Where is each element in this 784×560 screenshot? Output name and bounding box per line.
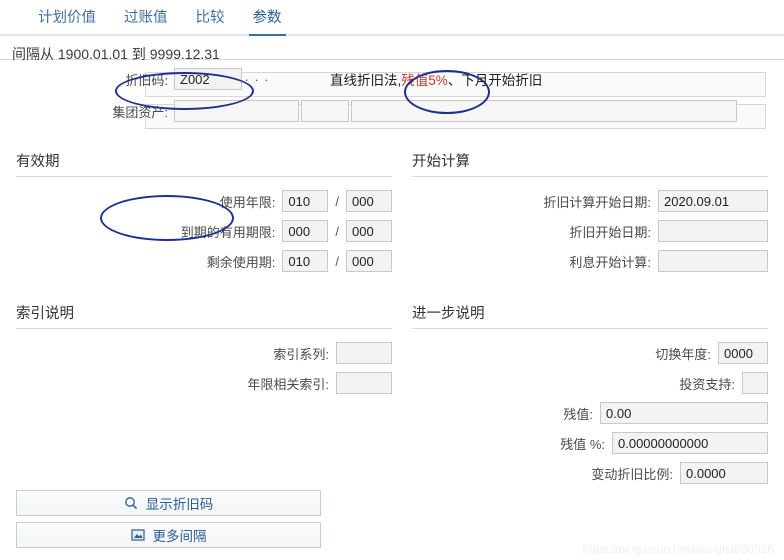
section-index-description: 索引说明 索引系列: 年限相关索引:	[16, 302, 392, 488]
section-index-description-title: 索引说明	[16, 306, 74, 322]
tab-planned-values[interactable]: 计划价值	[24, 6, 110, 34]
group-asset-input-3[interactable]	[351, 100, 737, 122]
field-row-dep-calc-start-date: 折旧计算开始日期: 2020.09.01	[412, 186, 768, 216]
dep-start-date-input[interactable]	[658, 220, 768, 242]
useful-life-separator: /	[335, 193, 339, 209]
dep-code-label: 折旧码:	[125, 72, 168, 88]
description-prefix: 直线折旧法,	[330, 73, 402, 88]
field-row-remaining-life: 剩余使用期: 010 / 000	[16, 246, 392, 276]
dep-start-date-label: 折旧开始日期:	[569, 224, 651, 240]
dep-code-description: 直线折旧法,残值5%、下月开始折旧	[330, 69, 542, 89]
scrap-value-label: 残值:	[563, 406, 593, 422]
remaining-life-periods-input[interactable]: 000	[346, 250, 392, 272]
group-asset-row: 集团资产:	[0, 98, 784, 124]
more-intervals-label: 更多间隔	[152, 529, 207, 544]
expired-useful-life-separator: /	[335, 223, 339, 239]
field-row-investment-support: 投资支持:	[412, 368, 768, 398]
expired-useful-life-years-input[interactable]: 000	[282, 220, 329, 242]
scrap-value-percent-label: 残值 %:	[560, 436, 605, 452]
life-related-index-input[interactable]	[336, 372, 392, 394]
interval-prefix: 间隔从	[12, 46, 54, 62]
section-index-description-rule	[16, 328, 392, 329]
field-row-variable-dep-portion: 变动折旧比例: 0.0000	[412, 458, 768, 488]
remaining-life-separator: /	[335, 253, 339, 269]
lower-sections: 索引说明 索引系列: 年限相关索引: 进一步说明 切换年度: 0000 投资支持…	[0, 302, 784, 488]
show-depreciation-key-label: 显示折旧码	[145, 497, 214, 512]
interval-middle: 到	[131, 46, 146, 62]
interest-start-input[interactable]	[658, 250, 768, 272]
changeover-year-input[interactable]: 0000	[718, 342, 768, 364]
investment-support-input[interactable]	[742, 372, 768, 394]
tab-posted-values[interactable]: 过账值	[110, 6, 182, 34]
useful-life-years-input[interactable]: 010	[282, 190, 329, 212]
index-series-input[interactable]	[336, 342, 392, 364]
section-useful-life: 有效期 使用年限: 010 / 000 到期的有用期限: 000 / 000 剩…	[16, 150, 392, 276]
section-useful-life-rule	[16, 176, 392, 177]
investment-support-label: 投资支持:	[679, 376, 735, 392]
useful-life-periods-input[interactable]: 000	[346, 190, 392, 212]
remaining-life-years-input[interactable]: 010	[282, 250, 329, 272]
section-start-calculation: 开始计算 折旧计算开始日期: 2020.09.01 折旧开始日期: 利息开始计算…	[392, 150, 768, 276]
field-row-useful-life: 使用年限: 010 / 000	[16, 186, 392, 216]
description-highlight: 残值5%	[401, 73, 448, 88]
button-group: 显示折旧码 更多间隔	[16, 490, 321, 554]
group-asset-input-1[interactable]	[174, 100, 299, 122]
field-row-index-series: 索引系列:	[16, 338, 392, 368]
tab-parameters[interactable]: 参数	[239, 6, 296, 36]
dep-code-input[interactable]: Z002	[174, 68, 242, 90]
group-asset-label: 集团资产:	[112, 104, 168, 120]
upper-sections: 有效期 使用年限: 010 / 000 到期的有用期限: 000 / 000 剩…	[0, 150, 784, 276]
field-row-changeover-year: 切换年度: 0000	[412, 338, 768, 368]
dep-code-ellipsis-button[interactable]: · · ·	[242, 72, 272, 87]
interval-line: 间隔从 1900.01.01 到 9999.12.31	[0, 36, 784, 62]
section-further-description-rule	[412, 328, 768, 329]
useful-life-label: 使用年限:	[219, 194, 276, 210]
interest-start-label: 利息开始计算:	[569, 254, 651, 270]
interval-to-date: 9999.12.31	[149, 46, 220, 62]
scrap-value-percent-input[interactable]: 0.00000000000	[612, 432, 768, 454]
index-series-label: 索引系列:	[273, 346, 329, 362]
section-further-description: 进一步说明 切换年度: 0000 投资支持: 残值: 0.00 残值 %: 0.…	[392, 302, 768, 488]
field-row-scrap-value: 残值: 0.00	[412, 398, 768, 428]
magnifier-icon	[124, 496, 138, 510]
section-start-calculation-rule	[412, 176, 768, 177]
interval-from-date: 1900.01.01	[57, 46, 128, 62]
field-row-interest-start: 利息开始计算:	[412, 246, 768, 276]
group-asset-input-2[interactable]	[301, 100, 349, 122]
variable-dep-portion-input[interactable]: 0.0000	[680, 462, 768, 484]
dep-calc-start-date-label: 折旧计算开始日期:	[543, 194, 651, 210]
section-useful-life-title: 有效期	[16, 154, 60, 170]
field-row-expired-useful-life: 到期的有用期限: 000 / 000	[16, 216, 392, 246]
field-row-dep-start-date: 折旧开始日期:	[412, 216, 768, 246]
show-depreciation-key-button[interactable]: 显示折旧码	[16, 490, 321, 516]
tab-bar: 计划价值 过账值 比较 参数	[0, 0, 784, 36]
variable-dep-portion-label: 变动折旧比例:	[591, 466, 673, 482]
scrap-value-input[interactable]: 0.00	[600, 402, 768, 424]
section-further-description-title: 进一步说明	[412, 306, 485, 322]
section-start-calculation-title: 开始计算	[412, 154, 470, 170]
more-intervals-button[interactable]: 更多间隔	[16, 522, 321, 548]
tab-comparison[interactable]: 比较	[182, 6, 239, 34]
expired-useful-life-periods-input[interactable]: 000	[346, 220, 392, 242]
expired-useful-life-label: 到期的有用期限:	[180, 224, 276, 240]
watermark: https://blog.csdn.net/wanglei880526	[582, 542, 774, 556]
field-row-life-related-index: 年限相关索引:	[16, 368, 392, 398]
dep-code-row: 折旧码: Z002 · · · 直线折旧法,残值5%、下月开始折旧	[0, 66, 784, 92]
image-icon	[130, 528, 145, 542]
field-row-scrap-value-percent: 残值 %: 0.00000000000	[412, 428, 768, 458]
changeover-year-label: 切换年度:	[655, 346, 711, 362]
description-suffix: 、下月开始折旧	[447, 73, 543, 88]
remaining-life-label: 剩余使用期:	[206, 254, 276, 270]
dep-calc-start-date-input[interactable]: 2020.09.01	[658, 190, 768, 212]
life-related-index-label: 年限相关索引:	[247, 376, 329, 392]
